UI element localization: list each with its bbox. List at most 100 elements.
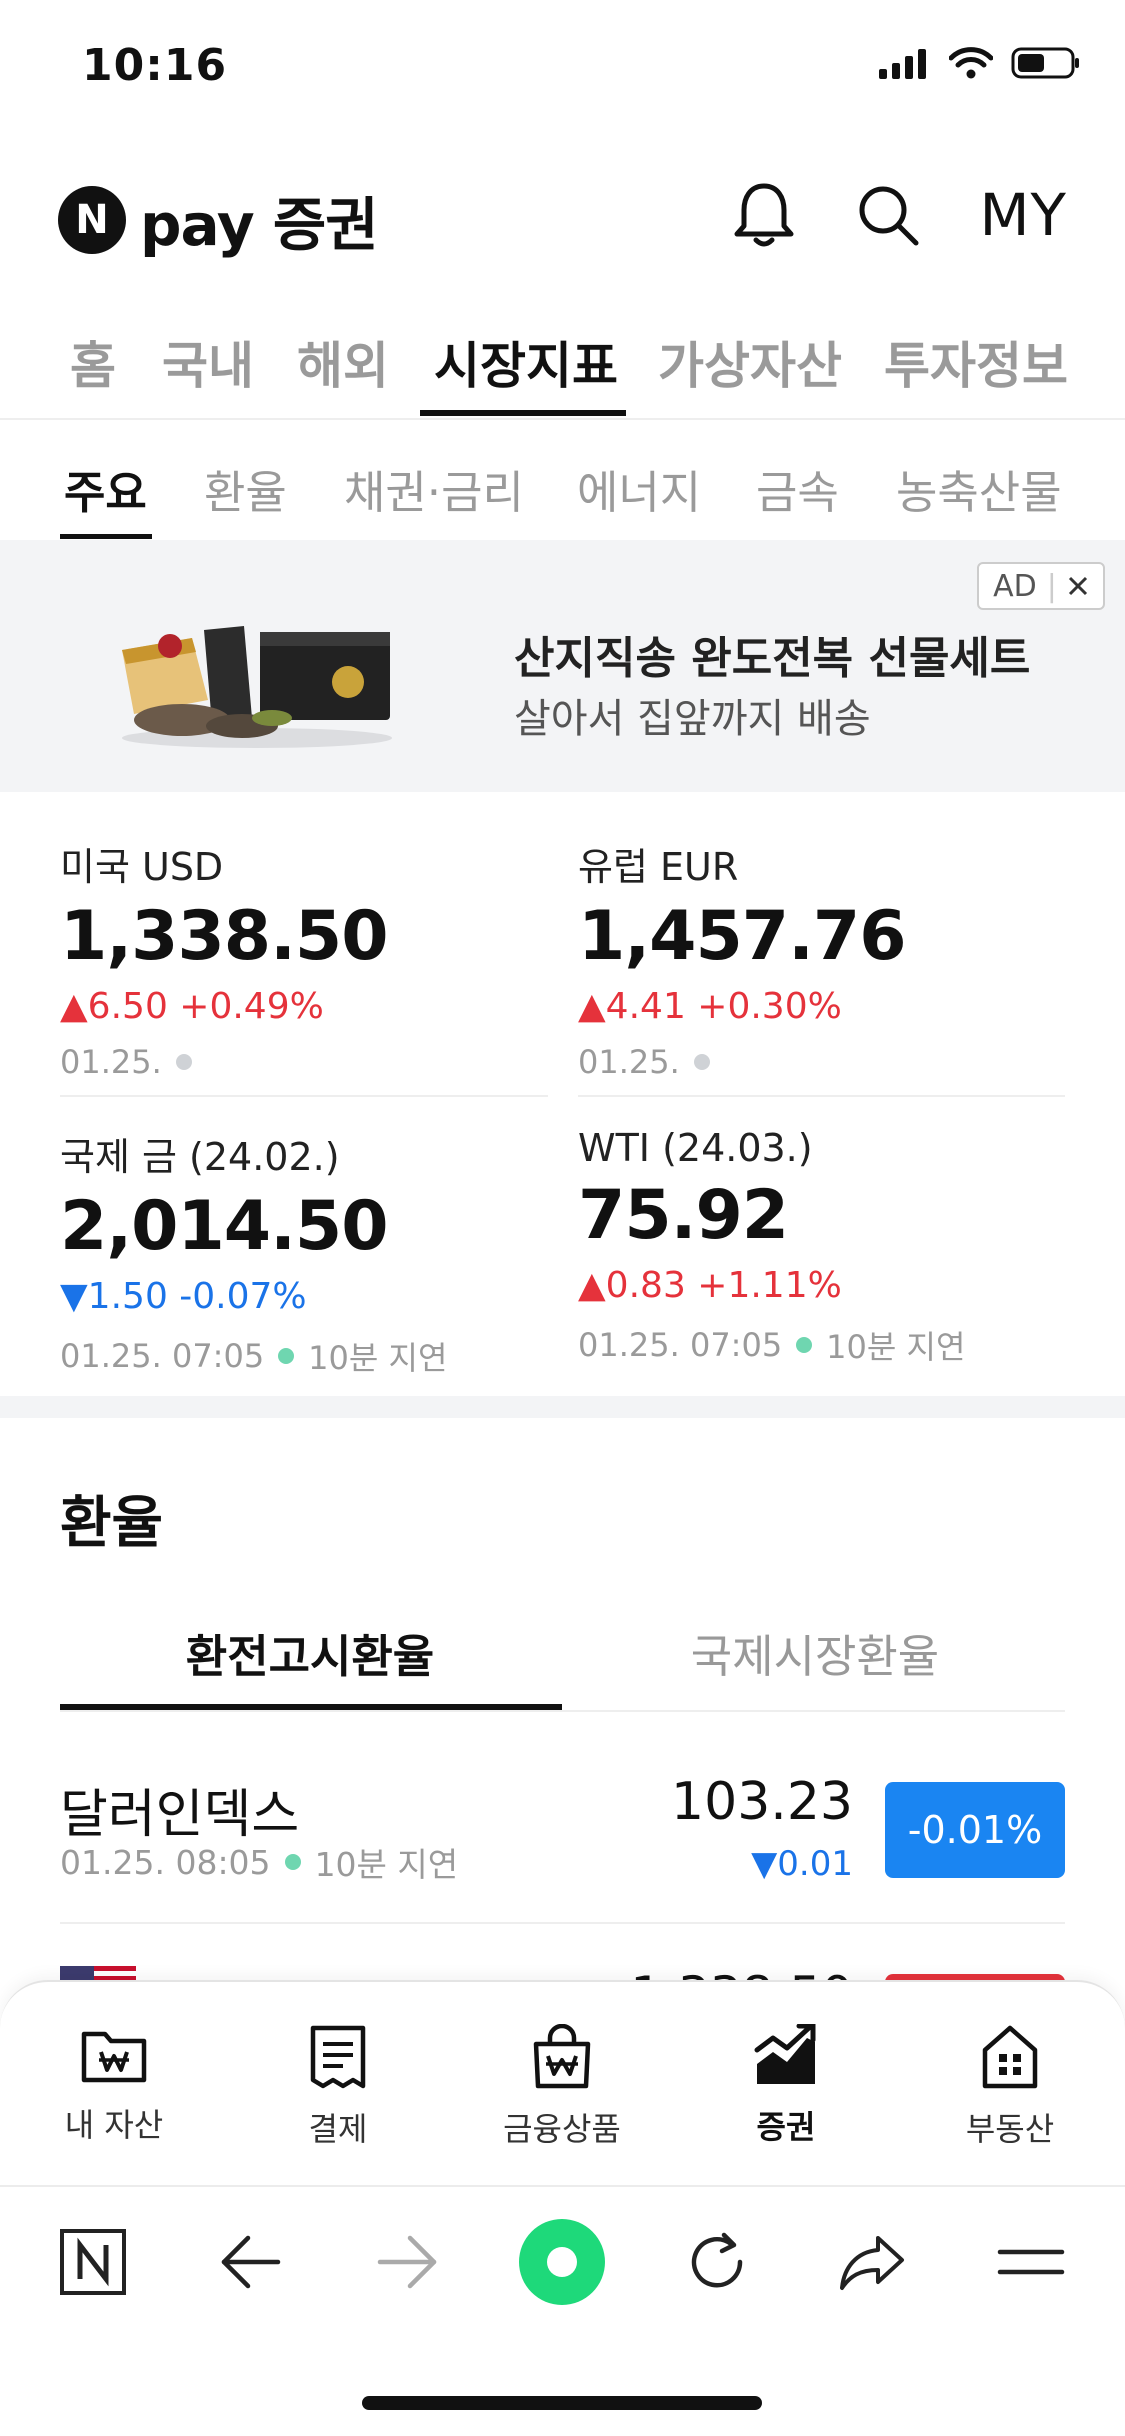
- indicator-change: ▼1.50 -0.07%: [60, 1276, 307, 1317]
- ad-badge[interactable]: AD |: [977, 562, 1105, 610]
- fx-tab-bar: 환전고시환율 국제시장환율: [60, 1620, 1065, 1712]
- my-button[interactable]: MY: [980, 181, 1067, 249]
- ad-banner[interactable]: AD | 산지직송 완도전복 선물세트 살아서 집앞까지 배송: [0, 540, 1125, 792]
- arrow-left-icon: [221, 2235, 281, 2289]
- tab-exchange-posted-rate[interactable]: 환전고시환율: [60, 1620, 560, 1685]
- green-dot-button[interactable]: [517, 2217, 607, 2307]
- share-button[interactable]: [828, 2217, 918, 2307]
- building-icon: [982, 2025, 1038, 2089]
- fx-name: 달러인덱스: [60, 1785, 300, 1845]
- tab-international-rate[interactable]: 국제시장환율: [565, 1620, 1065, 1685]
- indicator-date: 01.25.: [60, 1043, 530, 1081]
- indicator-change: ▲6.50 +0.49%: [60, 986, 324, 1027]
- indicator-name: WTI (24.03.): [578, 1126, 813, 1170]
- main-tab-bar: 홈 국내 해외 시장지표 가상자산 투자정보: [0, 318, 1125, 420]
- active-tab-underline: [420, 410, 626, 416]
- fx-tab-underline: [60, 1704, 562, 1710]
- wifi-icon: [949, 47, 993, 79]
- share-arrow-icon: [840, 2236, 904, 2290]
- indicator-wti[interactable]: WTI (24.03.) 75.92 ▲0.83 +1.11% 01.25. 0…: [578, 1126, 1048, 1368]
- wallet-folder-icon: [81, 2031, 147, 2083]
- nav-financial-products[interactable]: 금융상품: [462, 2023, 662, 2150]
- fx-time-text: 01.25. 08:05: [60, 1842, 271, 1882]
- sub-tab-bar: 주요 환율 채권·금리 에너지 금속 농축산물: [0, 450, 1125, 540]
- tab-crypto[interactable]: 가상자산: [658, 326, 842, 398]
- indicator-value: 1,457.76: [578, 897, 907, 976]
- refresh-icon: [691, 2232, 743, 2288]
- indicator-name: 국제 금 (24.02.): [60, 1135, 340, 1179]
- green-dot-icon: [519, 2219, 605, 2305]
- tab-domestic[interactable]: 국내: [162, 326, 254, 398]
- app-header: N pay 증권 MY: [0, 168, 1125, 268]
- nav-label: 금융상품: [503, 2110, 621, 2148]
- indicator-name: 미국 USD: [60, 845, 224, 889]
- subtab-bonds[interactable]: 채권·금리: [344, 456, 524, 521]
- nav-real-estate[interactable]: 부동산: [910, 2024, 1110, 2150]
- ad-label: AD: [993, 568, 1037, 604]
- subtab-energy[interactable]: 에너지: [577, 456, 701, 521]
- status-dot: [693, 1054, 710, 1070]
- nav-my-assets[interactable]: 내 자산: [14, 2024, 214, 2146]
- tab-market-indicators[interactable]: 시장지표: [434, 326, 618, 398]
- divider: [578, 1095, 1065, 1097]
- stock-chart-icon: [754, 2023, 816, 2084]
- section-separator: [0, 1396, 1125, 1418]
- fx-row-dollar-index[interactable]: 달러인덱스 01.25. 08:05 10분 지연 103.23 ▼0.01 -…: [60, 1772, 1065, 1884]
- indicator-usd[interactable]: 미국 USD 1,338.50 ▲6.50 +0.49% 01.25.: [60, 836, 530, 1081]
- status-icons: [879, 46, 1081, 80]
- status-dot: [175, 1054, 192, 1070]
- active-subtab-underline: [60, 534, 152, 539]
- tab-overseas[interactable]: 해외: [297, 326, 389, 398]
- indicator-name: 유럽 EUR: [578, 845, 739, 889]
- indicator-date-text: 01.25. 07:05: [60, 1337, 265, 1375]
- menu-button[interactable]: [986, 2217, 1076, 2307]
- nav-payment[interactable]: 결제: [238, 2024, 438, 2150]
- receipt-icon: [310, 2025, 366, 2089]
- status-time: 10:16: [82, 40, 228, 91]
- forward-button[interactable]: [362, 2217, 452, 2307]
- nav-stocks[interactable]: 증권: [686, 2023, 886, 2148]
- header-actions: MY: [732, 180, 1067, 250]
- naver-home-button[interactable]: [48, 2217, 138, 2307]
- indicator-date-text: 01.25. 07:05: [578, 1326, 783, 1364]
- ad-subtitle: 살아서 집앞까지 배송: [514, 696, 871, 742]
- divider: [60, 1922, 1065, 1924]
- close-icon[interactable]: [1067, 575, 1089, 597]
- divider: [60, 1095, 548, 1097]
- menu-icon: [997, 2249, 1065, 2275]
- nav-label: 내 자산: [64, 2106, 164, 2144]
- nav-label: 증권: [756, 2108, 816, 2146]
- fx-percent-badge: -0.01%: [885, 1782, 1065, 1878]
- subtab-fx[interactable]: 환율: [204, 456, 287, 521]
- browser-toolbar: [0, 2185, 1125, 2337]
- npay-logo[interactable]: N pay 증권: [58, 178, 379, 262]
- naver-n-box-icon: [60, 2229, 126, 2295]
- tab-invest-info[interactable]: 투자정보: [884, 326, 1068, 398]
- fx-time: 01.25. 08:05 10분 지연: [60, 1838, 458, 1886]
- indicator-eur[interactable]: 유럽 EUR 1,457.76 ▲4.41 +0.30% 01.25.: [578, 836, 1048, 1081]
- refresh-button[interactable]: [672, 2217, 762, 2307]
- indicator-delay: 10분 지연: [308, 1339, 448, 1377]
- fx-value: 103.23: [671, 1772, 853, 1832]
- status-dot: [284, 1854, 301, 1870]
- indicator-gold[interactable]: 국제 금 (24.02.) 2,014.50 ▼1.50 -0.07% 01.2…: [60, 1126, 530, 1379]
- indicator-delay: 10분 지연: [826, 1328, 966, 1366]
- search-icon[interactable]: [856, 183, 920, 247]
- status-dot: [796, 1337, 813, 1353]
- indicator-change: ▲0.83 +1.11%: [578, 1265, 842, 1306]
- subtab-major[interactable]: 주요: [64, 456, 147, 521]
- ad-product-image: [122, 626, 392, 748]
- indicator-date: 01.25. 07:05 10분 지연: [578, 1322, 1048, 1368]
- subtab-metals[interactable]: 금속: [756, 456, 839, 521]
- ad-separator: |: [1046, 568, 1057, 604]
- status-dot: [278, 1348, 295, 1364]
- bell-icon[interactable]: [732, 180, 796, 250]
- shopping-bag-icon: [533, 2023, 591, 2089]
- arrow-right-icon: [377, 2235, 437, 2289]
- indicator-date-text: 01.25.: [60, 1043, 162, 1081]
- tab-home[interactable]: 홈: [70, 326, 116, 398]
- indicator-value: 2,014.50: [60, 1187, 389, 1266]
- subtab-agri[interactable]: 농축산물: [896, 456, 1062, 521]
- signal-icon: [879, 49, 926, 79]
- back-button[interactable]: [206, 2217, 296, 2307]
